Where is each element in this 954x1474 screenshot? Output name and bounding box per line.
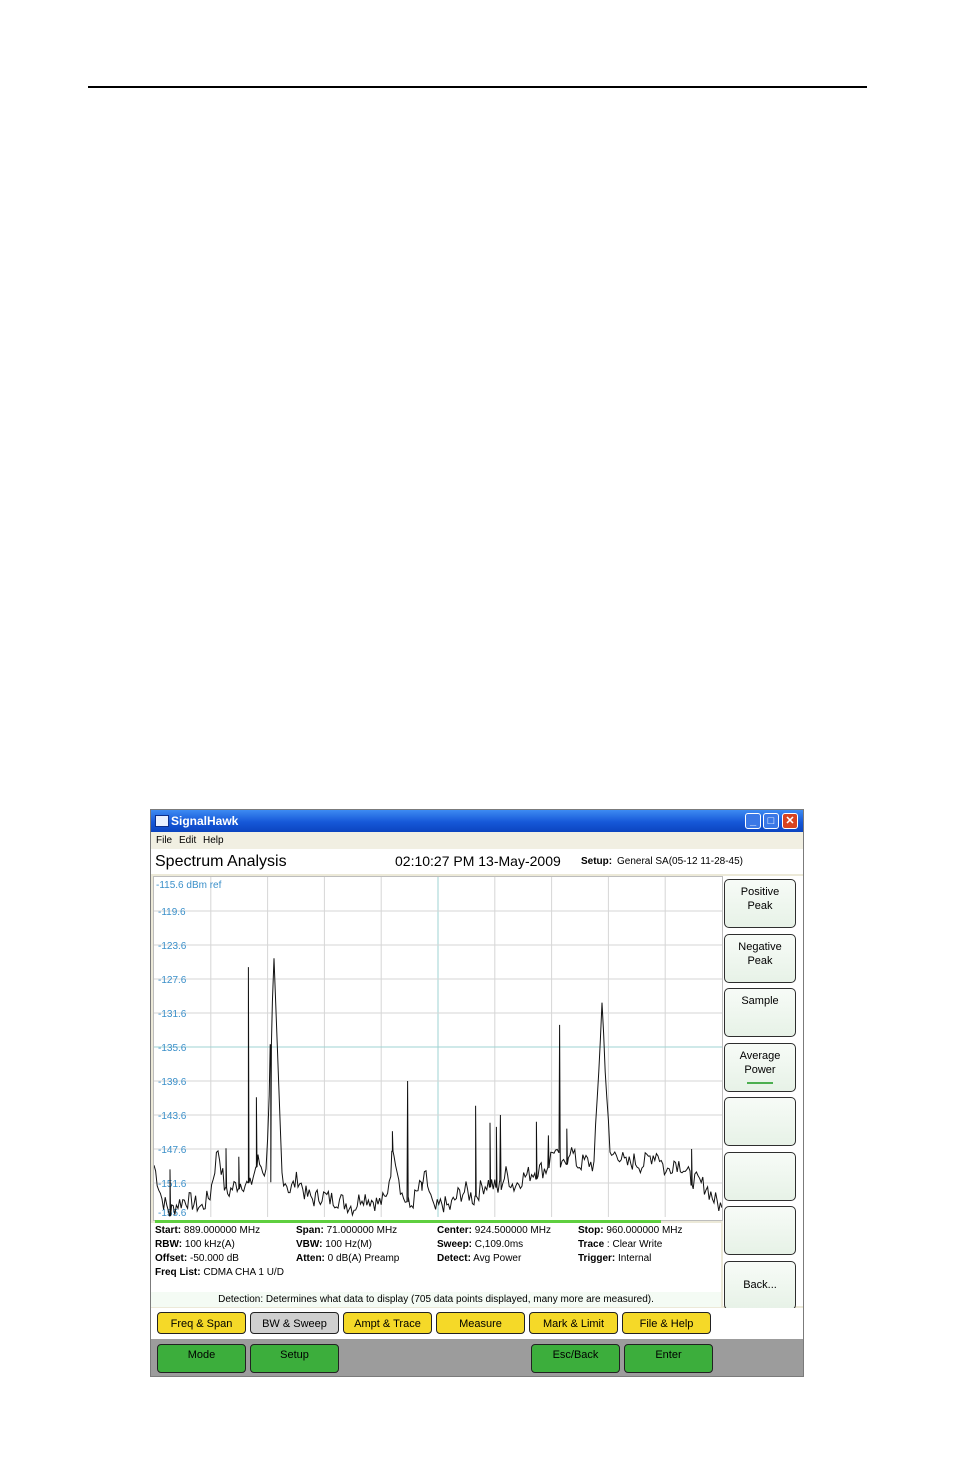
y-tick-label: -123.6 bbox=[158, 941, 187, 952]
y-tick-label: -127.6 bbox=[158, 975, 187, 986]
info-start: Start: 889.000000 MHz bbox=[155, 1225, 261, 1236]
spectrum-chart-svg: -115.6 dBm ref -119.6 -123.6 -127.6 -131.6 -1… bbox=[154, 877, 722, 1219]
softkey-empty-1[interactable] bbox=[724, 1097, 796, 1146]
info-trace: Trace : Clear Write bbox=[578, 1239, 663, 1250]
tab-bw-sweep[interactable]: BW & Sweep bbox=[250, 1312, 339, 1334]
info-freq-list: Freq List: CDMA CHA 1 U/D bbox=[155, 1267, 284, 1278]
menu-file[interactable]: File bbox=[156, 835, 172, 846]
ref-level-label: -115.6 dBm ref bbox=[156, 880, 222, 891]
side-softkeys: Positive Peak Negative Peak Sample Average… bbox=[723, 876, 803, 1310]
y-tick-label: -151.6 bbox=[158, 1179, 187, 1190]
softkey-sample[interactable]: Sample bbox=[724, 988, 796, 1037]
enter-button[interactable]: Enter bbox=[624, 1344, 713, 1373]
info-offset: Offset: -50.000 dB bbox=[155, 1253, 239, 1264]
selected-indicator bbox=[747, 1082, 773, 1084]
mode-button[interactable]: Mode bbox=[157, 1344, 246, 1373]
tab-measure[interactable]: Measure bbox=[436, 1312, 525, 1334]
info-stop: Stop: 960.000000 MHz bbox=[578, 1225, 683, 1236]
menu-edit[interactable]: Edit bbox=[179, 835, 196, 846]
softkey-negative-peak[interactable]: Negative Peak bbox=[724, 934, 796, 983]
y-tick-label: -155.6 bbox=[158, 1208, 187, 1219]
tab-bar: Freq & Span BW & Sweep Ampt & Trace Meas… bbox=[151, 1308, 803, 1339]
info-detect: Detect: Avg Power bbox=[437, 1253, 522, 1264]
menu-bar: File Edit Help bbox=[151, 832, 803, 849]
status-help-text: Detection: Determines what data to displ… bbox=[151, 1292, 721, 1307]
tab-ampt-trace[interactable]: Ampt & Trace bbox=[343, 1312, 432, 1334]
page-title: Spectrum Analysis bbox=[155, 853, 287, 870]
header: Spectrum Analysis 02:10:27 PM 13-May-200… bbox=[151, 849, 803, 874]
info-atten: Atten: 0 dB(A) Preamp bbox=[296, 1253, 400, 1264]
spectrum-plot[interactable]: -115.6 dBm ref -119.6 -123.6 -127.6 -131.6 -1… bbox=[153, 876, 723, 1221]
window-title: SignalHawk bbox=[171, 814, 239, 828]
maximize-button[interactable]: □ bbox=[763, 813, 779, 829]
softkey-average-power[interactable]: Average Power bbox=[724, 1043, 796, 1092]
y-tick-label: -143.6 bbox=[158, 1111, 187, 1122]
softkey-empty-3[interactable] bbox=[724, 1206, 796, 1255]
setup-button[interactable]: Setup bbox=[250, 1344, 339, 1373]
y-tick-label: -147.6 bbox=[158, 1145, 187, 1156]
softkey-empty-2[interactable] bbox=[724, 1152, 796, 1201]
softkey-back[interactable]: Back... bbox=[724, 1261, 796, 1310]
setup-value: General SA(05-12 11-28-45) bbox=[617, 856, 743, 867]
setup-label: Setup: bbox=[581, 856, 613, 867]
tab-file-help[interactable]: File & Help bbox=[622, 1312, 711, 1334]
datetime: 02:10:27 PM 13-May-2009 bbox=[395, 853, 561, 869]
info-center: Center: 924.500000 MHz bbox=[437, 1225, 551, 1236]
menu-help[interactable]: Help bbox=[203, 835, 224, 846]
tab-freq-span[interactable]: Freq & Span bbox=[157, 1312, 246, 1334]
y-tick-label: -131.6 bbox=[158, 1009, 187, 1020]
page-header-rule bbox=[88, 86, 867, 88]
tab-mark-limit[interactable]: Mark & Limit bbox=[529, 1312, 618, 1334]
app-window: SignalHawk _ □ ✕ File Edit Help Spectrum… bbox=[150, 809, 804, 1377]
info-vbw: VBW: 100 Hz(M) bbox=[296, 1239, 372, 1250]
y-tick-label: -139.6 bbox=[158, 1077, 187, 1088]
info-trigger: Trigger: Internal bbox=[578, 1253, 652, 1264]
y-tick-label: -135.6 bbox=[158, 1043, 187, 1054]
minimize-button[interactable]: _ bbox=[745, 813, 761, 829]
action-bar: Mode Setup Esc/Back Enter bbox=[151, 1339, 803, 1376]
info-sweep: Sweep: C,109.0ms bbox=[437, 1239, 524, 1250]
info-rbw: RBW: 100 kHz(A) bbox=[155, 1239, 235, 1250]
info-span: Span: 71.000000 MHz bbox=[296, 1225, 398, 1236]
y-tick-label: -119.6 bbox=[158, 907, 186, 918]
esc-back-button[interactable]: Esc/Back bbox=[531, 1344, 620, 1373]
measurement-info: Start: 889.000000 MHz Span: 71.000000 MH… bbox=[151, 1223, 721, 1293]
app-icon bbox=[155, 815, 169, 827]
softkey-positive-peak[interactable]: Positive Peak bbox=[724, 879, 796, 928]
close-button[interactable]: ✕ bbox=[782, 813, 798, 829]
title-bar[interactable]: SignalHawk _ □ ✕ bbox=[151, 810, 803, 832]
